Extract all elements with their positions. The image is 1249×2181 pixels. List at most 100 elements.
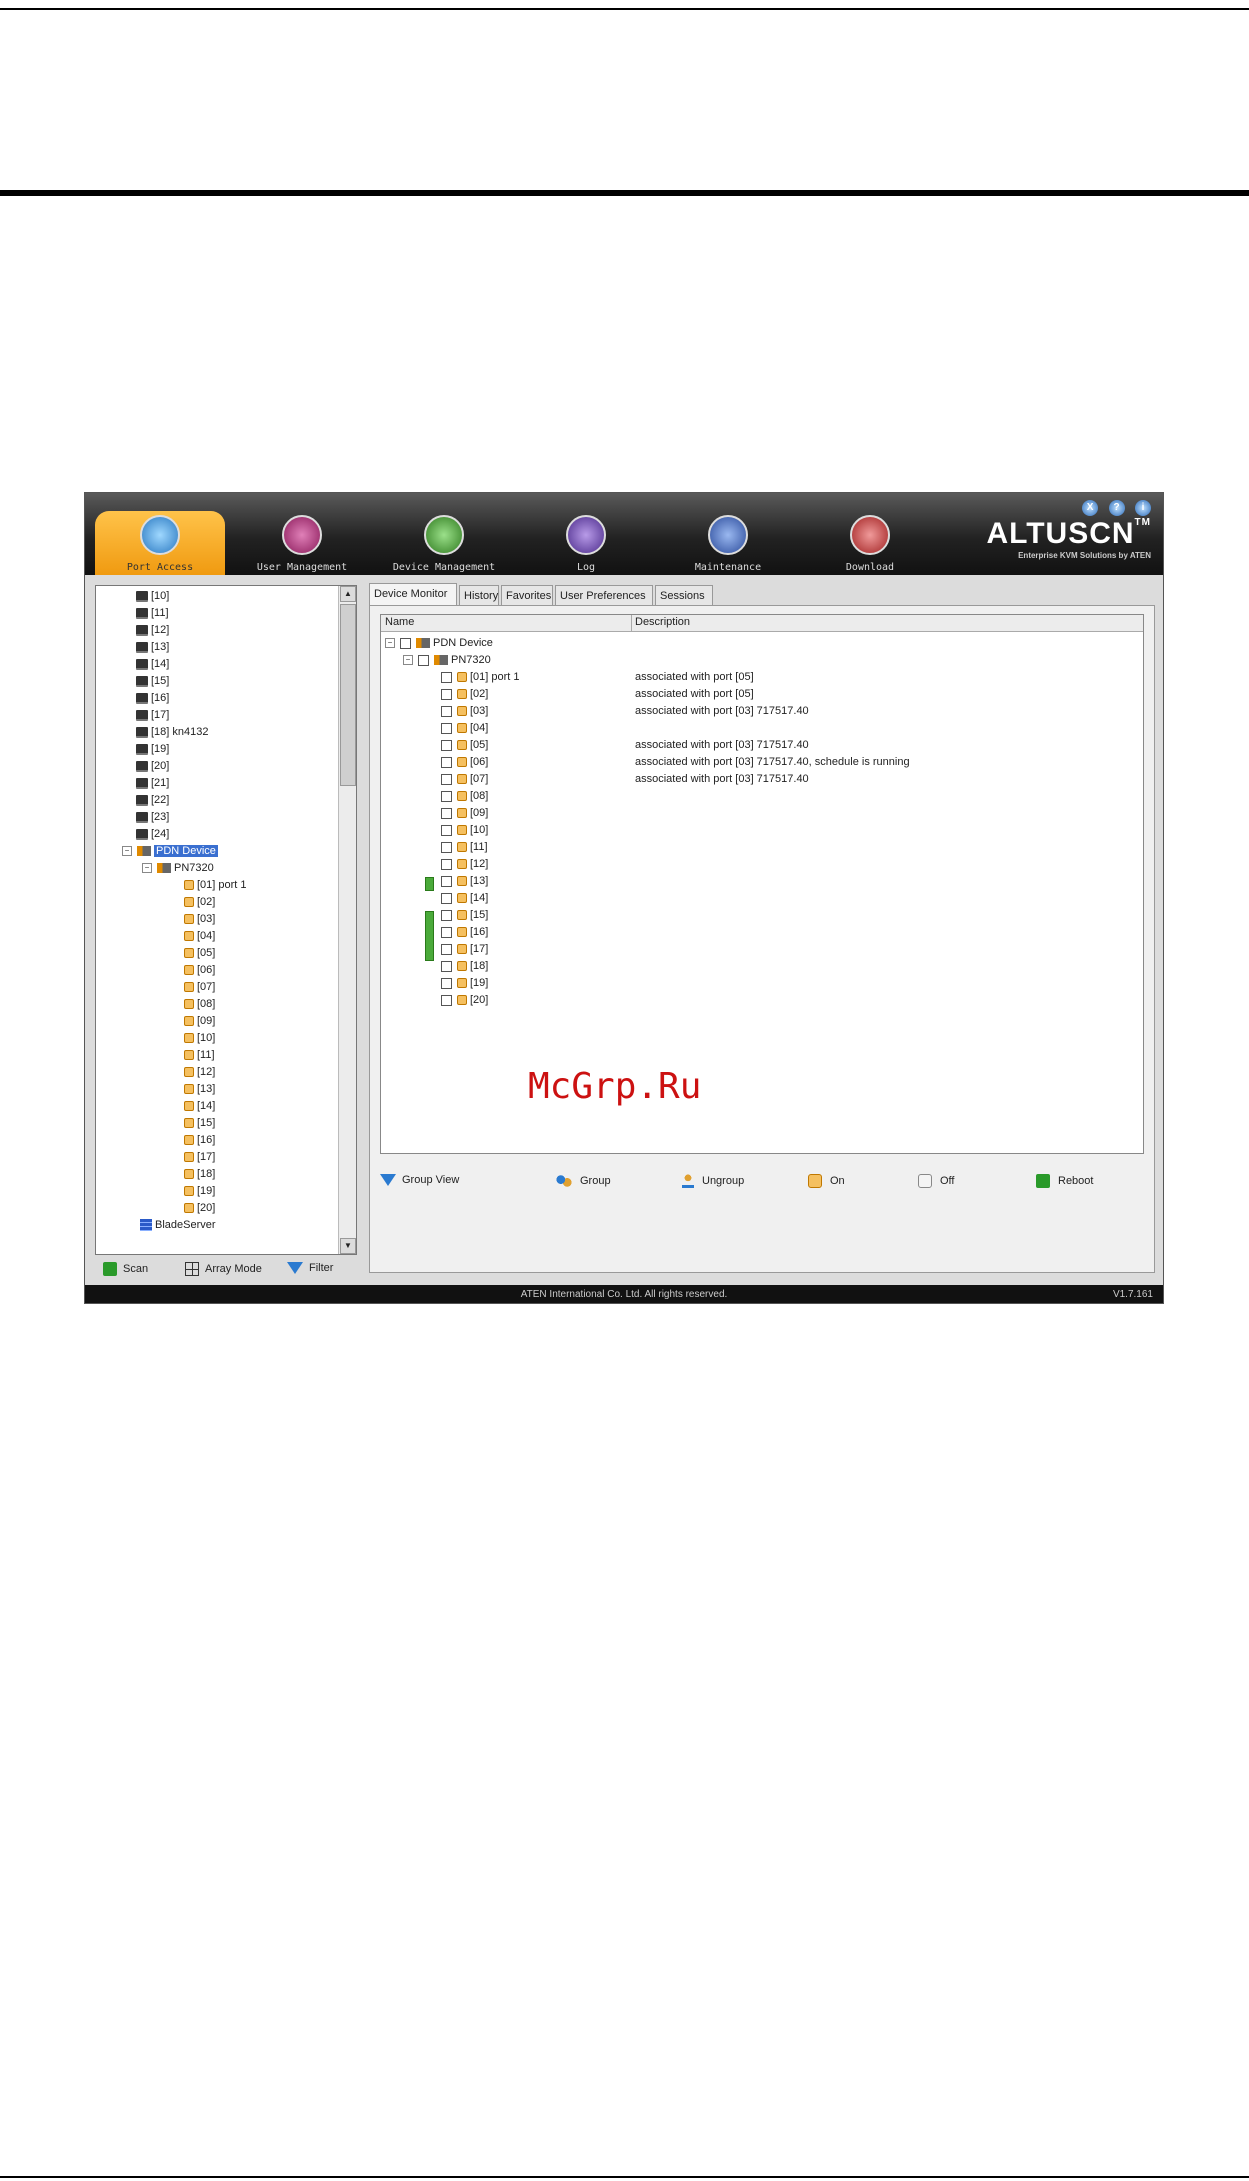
table-row[interactable]: [16] (381, 924, 1143, 941)
power-on-button[interactable]: On (808, 1174, 845, 1188)
checkbox[interactable] (441, 909, 452, 921)
close-icon[interactable]: X (1082, 500, 1099, 516)
tree-item-port[interactable]: [15] (96, 673, 336, 690)
checkbox[interactable] (441, 977, 452, 989)
checkbox[interactable] (441, 858, 452, 870)
power-off-button[interactable]: Off (918, 1174, 954, 1188)
table-row[interactable]: [20] (381, 992, 1143, 1009)
tree-item-outlet[interactable]: [03] (96, 911, 336, 928)
tree-item-port[interactable]: [10] (96, 588, 336, 605)
tree-item-port[interactable]: [20] (96, 758, 336, 775)
tree-item-outlet[interactable]: [08] (96, 996, 336, 1013)
scroll-down-icon[interactable]: ▼ (340, 1238, 356, 1254)
tree-item-port[interactable]: [18] kn4132 (96, 724, 336, 741)
ungroup-button[interactable]: Ungroup (682, 1174, 744, 1188)
table-row[interactable]: [09] (381, 805, 1143, 822)
tree-item-port[interactable]: [14] (96, 656, 336, 673)
checkbox[interactable] (441, 994, 452, 1006)
tree-item-outlet[interactable]: [17] (96, 1149, 336, 1166)
tree-item-outlet[interactable]: [09] (96, 1013, 336, 1030)
tab-user-preferences[interactable]: User Preferences (555, 585, 653, 605)
collapse-icon[interactable]: − (122, 846, 132, 857)
nav-tab-user-management[interactable]: User Management (237, 511, 367, 575)
checkbox[interactable] (441, 926, 452, 938)
tree-item-outlet[interactable]: [16] (96, 1132, 336, 1149)
table-row[interactable]: [02] associated with port [05] (381, 686, 1143, 703)
tree-item-pdu-model[interactable]: − PN7320 (96, 860, 336, 877)
tree-item-outlet[interactable]: [20] (96, 1200, 336, 1217)
tree-item-port[interactable]: [22] (96, 792, 336, 809)
table-row[interactable]: [13] (381, 873, 1143, 890)
table-row[interactable]: [07] associated with port [03] 717517.40 (381, 771, 1143, 788)
checkbox[interactable] (441, 943, 452, 955)
table-row[interactable]: [01] port 1 associated with port [05] (381, 669, 1143, 686)
tree-scrollbar[interactable]: ▲ ▼ (338, 586, 356, 1254)
table-row[interactable]: [06] associated with port [03] 717517.40,… (381, 754, 1143, 771)
scroll-thumb[interactable] (340, 604, 356, 786)
tree-item-outlet[interactable]: [01] port 1 (96, 877, 336, 894)
checkbox[interactable] (441, 756, 452, 768)
checkbox[interactable] (441, 773, 452, 785)
nav-tab-device-management[interactable]: Device Management (379, 511, 509, 575)
collapse-icon[interactable]: − (142, 863, 152, 874)
table-row[interactable]: [05] associated with port [03] 717517.40 (381, 737, 1143, 754)
nav-tab-download[interactable]: Download (805, 511, 935, 575)
tree-item-port[interactable]: [17] (96, 707, 336, 724)
table-row[interactable]: − PDN Device (381, 635, 1143, 652)
checkbox[interactable] (441, 824, 452, 836)
checkbox[interactable] (441, 960, 452, 972)
filter-button[interactable]: Filter (287, 1262, 333, 1275)
array-mode-button[interactable]: Array Mode (185, 1262, 262, 1276)
reboot-button[interactable]: Reboot (1036, 1174, 1093, 1188)
tree-item-pdu-device[interactable]: − PDN Device (96, 843, 336, 860)
tab-favorites[interactable]: Favorites (501, 585, 553, 605)
checkbox[interactable] (441, 807, 452, 819)
group-button[interactable]: Group (556, 1174, 611, 1188)
checkbox[interactable] (400, 637, 411, 649)
tree-item-port[interactable]: [21] (96, 775, 336, 792)
table-row[interactable]: [17] (381, 941, 1143, 958)
tree-item-outlet[interactable]: [06] (96, 962, 336, 979)
checkbox[interactable] (441, 671, 452, 683)
scan-button[interactable]: Scan (103, 1262, 148, 1276)
tree-item-port[interactable]: [11] (96, 605, 336, 622)
tree-item-port[interactable]: [16] (96, 690, 336, 707)
checkbox[interactable] (441, 705, 452, 717)
column-header-description[interactable]: Description (635, 616, 690, 628)
checkbox[interactable] (441, 722, 452, 734)
table-row[interactable]: [15] (381, 907, 1143, 924)
tab-sessions[interactable]: Sessions (655, 585, 713, 605)
collapse-icon[interactable]: − (403, 655, 413, 666)
tree-item-outlet[interactable]: [13] (96, 1081, 336, 1098)
table-row[interactable]: [10] (381, 822, 1143, 839)
tree-item-outlet[interactable]: [04] (96, 928, 336, 945)
tree-item-outlet[interactable]: [15] (96, 1115, 336, 1132)
tab-history[interactable]: History (459, 585, 499, 605)
checkbox[interactable] (441, 790, 452, 802)
table-row[interactable]: [04] (381, 720, 1143, 737)
tree-item-port[interactable]: [12] (96, 622, 336, 639)
tree-item-outlet[interactable]: [10] (96, 1030, 336, 1047)
tree-item-outlet[interactable]: [02] (96, 894, 336, 911)
tree-item-outlet[interactable]: [12] (96, 1064, 336, 1081)
scroll-up-icon[interactable]: ▲ (340, 586, 356, 602)
checkbox[interactable] (418, 654, 429, 666)
tree-item-blade-server[interactable]: BladeServer (96, 1217, 336, 1234)
column-header-name[interactable]: Name (385, 616, 414, 628)
checkbox[interactable] (441, 739, 452, 751)
checkbox[interactable] (441, 875, 452, 887)
tree-item-outlet[interactable]: [18] (96, 1166, 336, 1183)
tab-device-monitor[interactable]: Device Monitor (369, 583, 457, 605)
tree-item-port[interactable]: [23] (96, 809, 336, 826)
table-row[interactable]: [18] (381, 958, 1143, 975)
table-row[interactable]: [12] (381, 856, 1143, 873)
help-icon[interactable]: ? (1108, 500, 1125, 516)
nav-tab-port-access[interactable]: Port Access (95, 511, 225, 575)
collapse-icon[interactable]: − (385, 638, 395, 649)
nav-tab-maintenance[interactable]: Maintenance (663, 511, 793, 575)
table-row[interactable]: [11] (381, 839, 1143, 856)
checkbox[interactable] (441, 892, 452, 904)
table-row[interactable]: [08] (381, 788, 1143, 805)
table-row[interactable]: − PN7320 (381, 652, 1143, 669)
checkbox[interactable] (441, 841, 452, 853)
